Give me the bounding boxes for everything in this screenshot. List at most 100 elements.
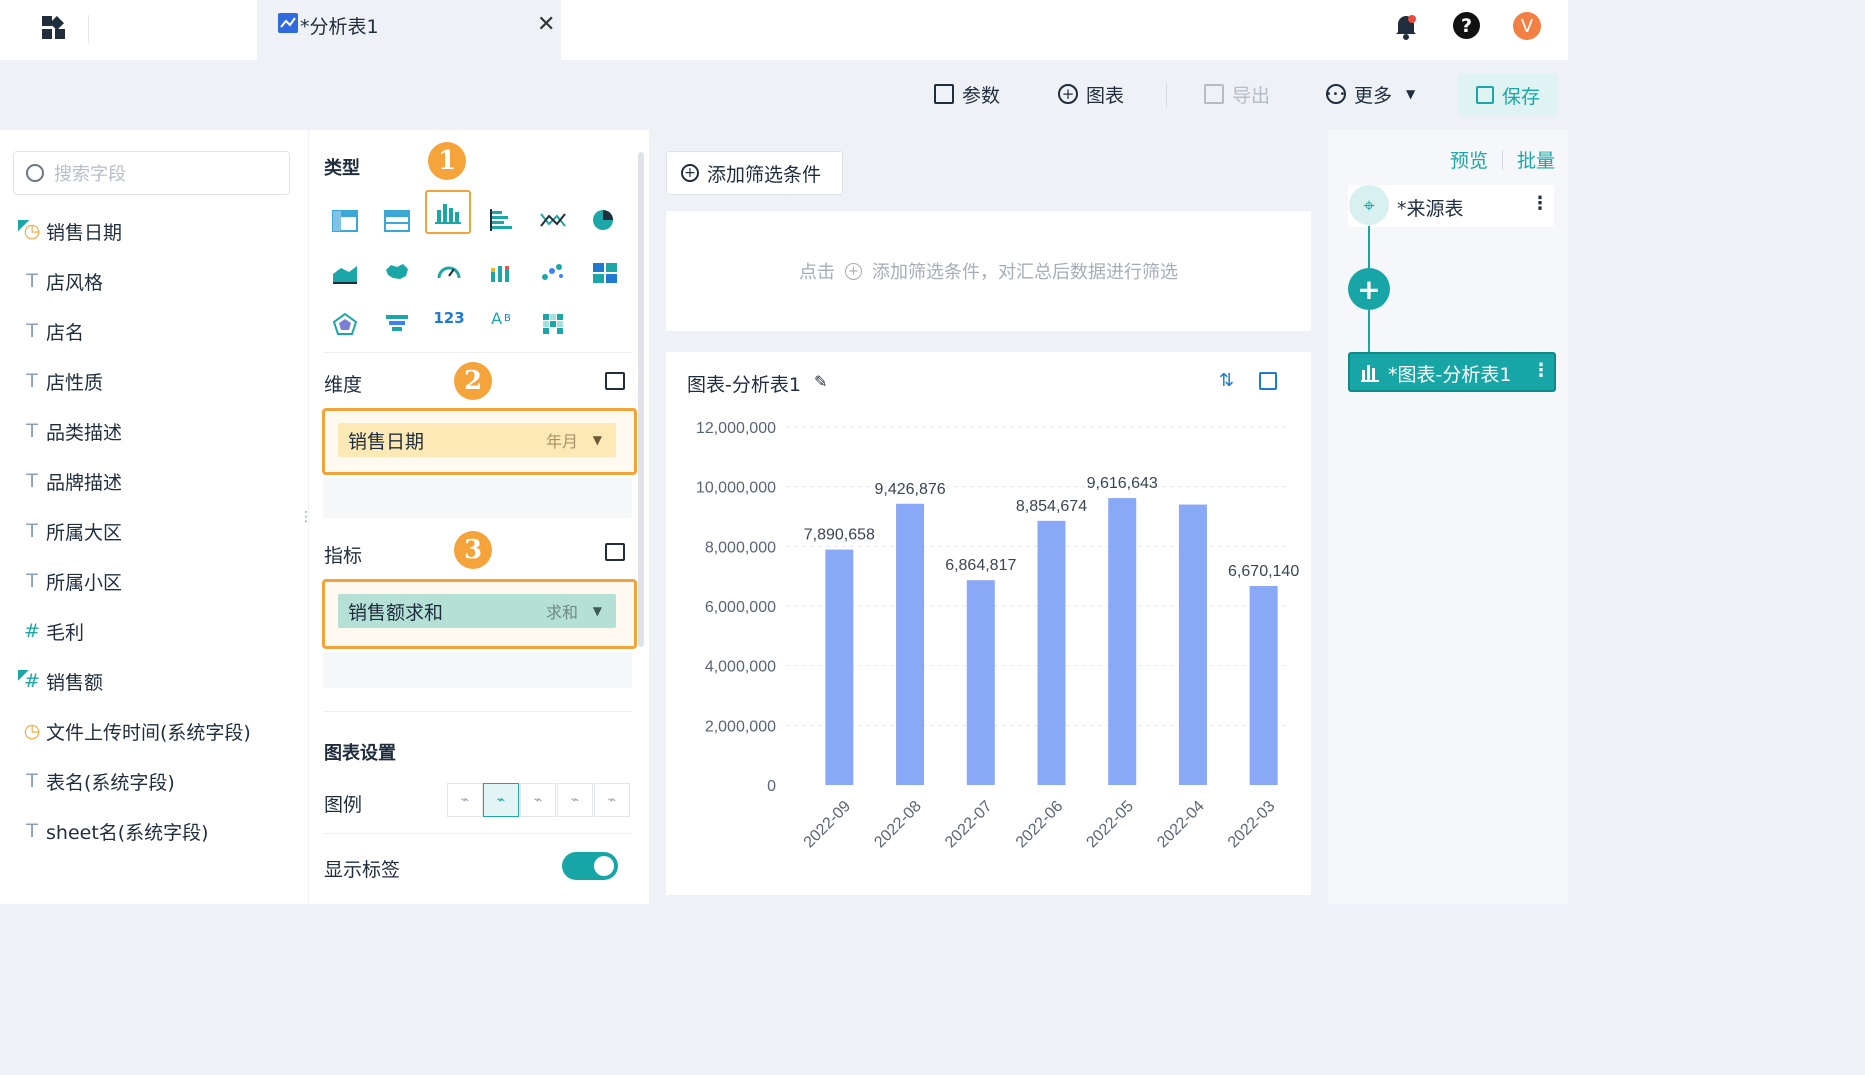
word-cloud-icon[interactable]: AB — [483, 300, 519, 336]
legend-option-bottom[interactable]: ⌁ — [557, 783, 593, 817]
apps-grid-icon[interactable] — [40, 14, 68, 42]
y-tick-label: 10,000,000 — [696, 480, 776, 497]
plus-circle-icon: + — [681, 164, 699, 182]
add-node-button[interactable]: + — [1348, 268, 1390, 310]
radar-chart-icon[interactable] — [327, 300, 363, 336]
kebab-menu-icon[interactable]: ⋮ — [1531, 193, 1549, 214]
field-item[interactable]: T 表名(系统字段) — [18, 766, 175, 796]
legend-option-top[interactable]: ⌁ — [483, 783, 519, 817]
text-icon: T — [26, 370, 38, 392]
save-label: 保存 — [1501, 85, 1540, 108]
dashboard-layout-icon[interactable] — [587, 248, 623, 284]
bar-chart-icon[interactable] — [425, 190, 471, 234]
scatter-chart-icon[interactable] — [535, 248, 571, 284]
save-button[interactable]: 保存 — [1458, 74, 1558, 116]
field-item[interactable]: # 销售额 — [18, 666, 103, 696]
legend-label: 图例 — [324, 794, 363, 816]
field-item[interactable]: T 所属小区 — [18, 566, 122, 596]
config-scrollbar[interactable] — [638, 152, 644, 647]
field-label: sheet名(系统字段) — [46, 821, 209, 844]
field-item[interactable]: T 所属大区 — [18, 516, 122, 546]
gauge-chart-icon[interactable] — [431, 248, 467, 284]
line-chart-icon[interactable] — [535, 196, 571, 232]
chevron-down-icon[interactable]: ▼ — [593, 604, 602, 618]
batch-link[interactable]: 批量 — [1517, 146, 1555, 173]
step-badge-1: 1 — [428, 142, 466, 180]
dimension-field-pill[interactable]: 销售日期 年月 ▼ — [338, 423, 616, 457]
export-icon — [1204, 84, 1224, 104]
metric-settings-icon[interactable] — [605, 543, 625, 561]
x-tick-label: 2022-09 — [801, 798, 855, 852]
table-detail-icon[interactable] — [327, 196, 363, 232]
field-item[interactable]: T 店名 — [18, 316, 84, 346]
text-icon: T — [26, 320, 38, 342]
y-tick-label: 8,000,000 — [705, 539, 776, 556]
more-button[interactable]: ••• 更多 ▼ — [1326, 74, 1415, 114]
kpi-number-icon[interactable]: 123 — [431, 300, 467, 336]
plus-circle-icon: + — [1058, 84, 1078, 104]
field-item[interactable]: Tsheet名(系统字段) — [18, 816, 209, 846]
field-label: 文件上传时间(系统字段) — [46, 721, 251, 744]
more-icon: ••• — [1326, 84, 1346, 104]
number-icon: # — [18, 670, 46, 692]
flow-connector — [1368, 310, 1370, 354]
flow-connector — [1368, 226, 1370, 270]
field-label: 店风格 — [46, 271, 104, 294]
text-icon: T — [26, 570, 38, 592]
chart-node[interactable]: *图表-分析表1 ⋮ — [1348, 352, 1556, 392]
filter-area: 点击 + 添加筛选条件，对汇总后数据进行筛选 — [666, 211, 1311, 331]
tab-analysis-sheet[interactable]: *分析表1 ✕ — [257, 0, 561, 60]
add-filter-label: 添加筛选条件 — [707, 163, 822, 186]
kebab-menu-icon[interactable]: ⋮ — [1532, 360, 1550, 381]
field-label: 毛利 — [46, 621, 85, 644]
chart-card: 图表-分析表1 ✎ ⇅ 0 2,000,000 4,000,000 6,000,000… — [666, 352, 1311, 895]
field-item[interactable]: T 店性质 — [18, 366, 103, 396]
field-item[interactable]: # 毛利 — [18, 616, 84, 646]
notification-bell-icon[interactable] — [1394, 12, 1418, 40]
chevron-down-icon[interactable]: ▼ — [593, 433, 602, 447]
metric-field-pill[interactable]: 销售额求和 求和 ▼ — [338, 594, 616, 628]
pie-chart-icon[interactable] — [587, 196, 623, 232]
toolbar-divider — [1166, 83, 1167, 107]
legend-option-left[interactable]: ⌁ — [520, 783, 556, 817]
params-button[interactable]: 参数 — [934, 74, 1000, 114]
area-chart-icon[interactable] — [327, 248, 363, 284]
horizontal-bar-icon[interactable] — [484, 196, 520, 232]
field-item[interactable]: T 品类描述 — [18, 416, 122, 446]
heatmap-chart-icon[interactable] — [535, 300, 571, 336]
stacked-bar-icon[interactable] — [483, 248, 519, 284]
dimension-settings-icon[interactable] — [605, 372, 625, 390]
x-tick-label: 2022-04 — [1154, 798, 1208, 852]
show-labels-toggle[interactable] — [562, 852, 618, 880]
map-chart-icon[interactable] — [379, 248, 415, 284]
legend-option-right[interactable]: ⌁ — [594, 783, 630, 817]
add-chart-button[interactable]: + 图表 — [1058, 74, 1124, 114]
help-icon[interactable]: ? — [1453, 12, 1480, 39]
field-item[interactable]: ◷ 文件上传时间(系统字段) — [18, 716, 251, 746]
table-cross-icon[interactable] — [379, 196, 415, 232]
search-input[interactable]: 搜索字段 — [13, 151, 290, 195]
avatar[interactable]: V — [1513, 12, 1541, 40]
dimension-field-label: 销售日期 — [348, 430, 425, 453]
bar — [1178, 504, 1207, 785]
preview-link[interactable]: 预览 — [1450, 146, 1488, 173]
field-label: 品牌描述 — [46, 471, 123, 494]
expand-icon[interactable] — [1259, 372, 1277, 390]
close-icon[interactable]: ✕ — [537, 12, 555, 37]
plus-circle-icon[interactable]: + — [845, 262, 862, 280]
field-item[interactable]: ◷ 销售日期 — [18, 216, 122, 246]
metric-agg-label: 求和 — [545, 603, 578, 622]
add-filter-button[interactable]: + 添加筛选条件 — [666, 151, 843, 195]
legend-option-none[interactable]: ⌁ — [447, 783, 483, 817]
edit-title-icon[interactable]: ✎ — [814, 372, 827, 391]
metric-extra-area — [323, 652, 632, 688]
field-item[interactable]: T 品牌描述 — [18, 466, 122, 496]
text-icon: T — [26, 470, 38, 492]
funnel-chart-icon[interactable] — [379, 300, 415, 336]
sort-icon[interactable]: ⇅ — [1219, 370, 1234, 391]
date-icon: ◷ — [18, 220, 46, 242]
y-tick-label: 0 — [767, 778, 776, 795]
text-icon: T — [26, 520, 38, 542]
field-item[interactable]: T 店风格 — [18, 266, 103, 296]
export-button[interactable]: 导出 — [1204, 74, 1270, 114]
